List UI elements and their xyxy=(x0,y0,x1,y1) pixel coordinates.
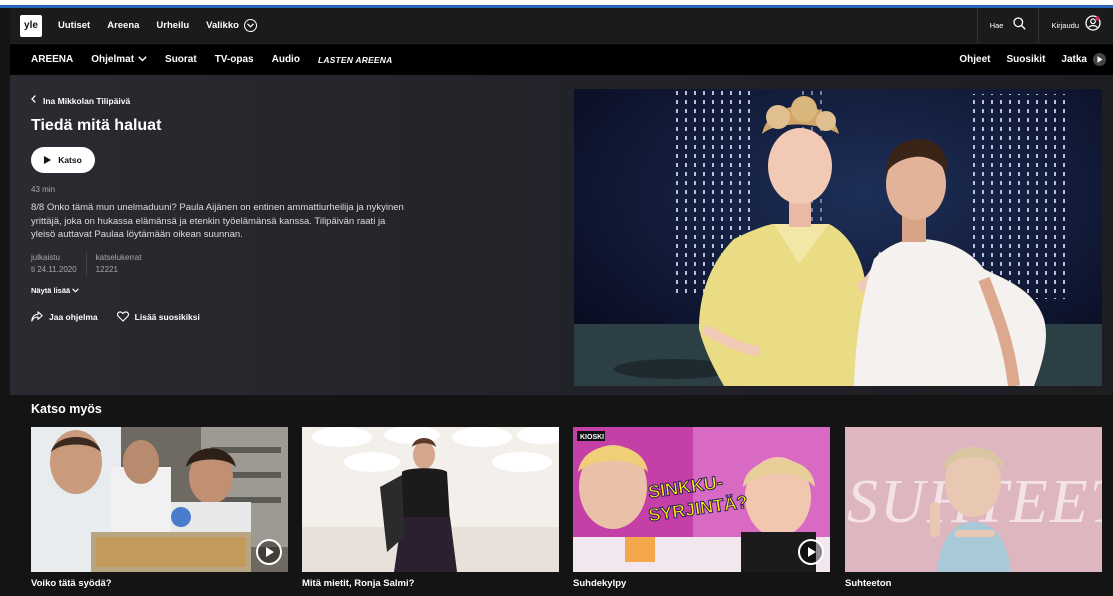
share-icon xyxy=(31,311,43,322)
episode-meta: julkaistu ti 24.11.2020 katselukerrat 12… xyxy=(31,252,150,276)
episode-actions: Jaa ohjelma Lisää suosikiksi xyxy=(31,311,219,322)
top-accent-bar xyxy=(0,0,1113,8)
play-icon[interactable] xyxy=(798,539,824,565)
show-more-label: Näytä lisää xyxy=(31,286,71,295)
nav-link-urheilu[interactable]: Urheilu xyxy=(156,20,189,31)
play-label: Katso xyxy=(58,155,82,165)
chevron-down-icon xyxy=(138,54,147,64)
nav-link-uutiset[interactable]: Uutiset xyxy=(58,20,90,31)
series-name: Ina Mikkolan Tilipäivä xyxy=(43,95,131,106)
search-icon[interactable] xyxy=(1013,16,1027,35)
share-button[interactable]: Jaa ohjelma xyxy=(31,311,98,322)
episode-description: 8/8 Onko tämä mun unelmaduuni? Paula Aij… xyxy=(31,202,404,240)
chevron-down-icon xyxy=(243,19,257,32)
card-thumbnail xyxy=(31,427,288,572)
nav-continue-button[interactable]: Jatka xyxy=(1061,53,1106,66)
search-label[interactable]: Hae xyxy=(990,21,1004,30)
card-suhteeton[interactable]: SUHTEETON Suhteeton xyxy=(845,427,1102,589)
published-value: ti 24.11.2020 xyxy=(31,265,77,274)
favorite-label: Lisää suosikiksi xyxy=(134,311,200,322)
nav-suorat[interactable]: Suorat xyxy=(165,54,197,65)
show-more-button[interactable]: Näytä lisää xyxy=(31,286,80,295)
episode-title: Tiedä mitä haluat xyxy=(31,117,162,134)
nav-tv-opas[interactable]: TV-opas xyxy=(215,54,254,65)
play-icon xyxy=(44,156,52,164)
back-to-series-link[interactable]: Ina Mikkolan Tilipäivä xyxy=(31,95,130,106)
menu-button[interactable]: Valikko xyxy=(206,19,257,32)
nav-programs-dropdown[interactable]: Ohjelmat xyxy=(91,54,147,65)
heart-icon xyxy=(116,311,129,322)
nav-ohjeet[interactable]: Ohjeet xyxy=(959,54,990,65)
login-label[interactable]: Kirjaudu xyxy=(1051,21,1079,30)
continue-label: Jatka xyxy=(1061,54,1087,65)
areena-brand[interactable]: AREENA xyxy=(31,54,73,65)
menu-label: Valikko xyxy=(206,20,239,31)
user-icon[interactable] xyxy=(1085,15,1101,36)
card-voiko-tata-syoda[interactable]: Voiko tätä syödä? xyxy=(31,427,288,589)
views-value: 12221 xyxy=(95,265,118,274)
card-thumbnail: SINKKU- SYRJINTÄ? KIOSKI xyxy=(573,427,830,572)
nav-audio[interactable]: Audio xyxy=(272,54,300,65)
card-title: Voiko tätä syödä? xyxy=(31,578,112,589)
duration: 43 min xyxy=(31,185,56,194)
yle-logo[interactable]: yle xyxy=(20,14,42,37)
play-icon xyxy=(1093,53,1106,66)
nav-suosikit[interactable]: Suosikit xyxy=(1007,54,1046,65)
nav-link-areena[interactable]: Areena xyxy=(107,20,139,31)
play-button[interactable]: Katso xyxy=(31,147,95,173)
card-mita-mietit-ronja-salmi[interactable]: Mitä mietit, Ronja Salmi? xyxy=(302,427,559,589)
published-label: julkaistu xyxy=(31,253,60,262)
chevron-left-icon xyxy=(31,95,36,106)
card-title: Suhteeton xyxy=(845,578,892,589)
see-also-title: Katso myös xyxy=(31,402,102,416)
add-favorite-button[interactable]: Lisää suosikiksi xyxy=(116,311,200,322)
card-title: Suhdekylpy xyxy=(573,578,627,589)
card-title: Mitä mietit, Ronja Salmi? xyxy=(302,578,415,589)
published-meta: julkaistu ti 24.11.2020 xyxy=(31,252,86,276)
card-thumbnail: SUHTEETON xyxy=(845,427,1102,572)
card-thumbnail xyxy=(302,427,559,572)
areena-nav: AREENA Ohjelmat Suorat TV-opas Audio LAS… xyxy=(10,44,1113,75)
play-icon[interactable] xyxy=(256,539,282,565)
views-meta: katselukerrat 12221 xyxy=(85,252,151,276)
card-suhdekylpy[interactable]: SINKKU- SYRJINTÄ? KIOSKI Suhdekylpy xyxy=(573,427,830,589)
chevron-down-icon xyxy=(72,286,80,295)
yle-top-nav: yle Uutiset Areena Urheilu Valikko Hae K… xyxy=(10,8,1113,44)
kioski-logo: KIOSKI xyxy=(580,434,604,441)
programs-label: Ohjelmat xyxy=(91,54,135,65)
share-label: Jaa ohjelma xyxy=(49,311,98,322)
nav-lasten-areena[interactable]: LASTEN AREENA xyxy=(318,55,393,65)
episode-hero-image xyxy=(574,89,1102,386)
views-label: katselukerrat xyxy=(95,253,142,262)
